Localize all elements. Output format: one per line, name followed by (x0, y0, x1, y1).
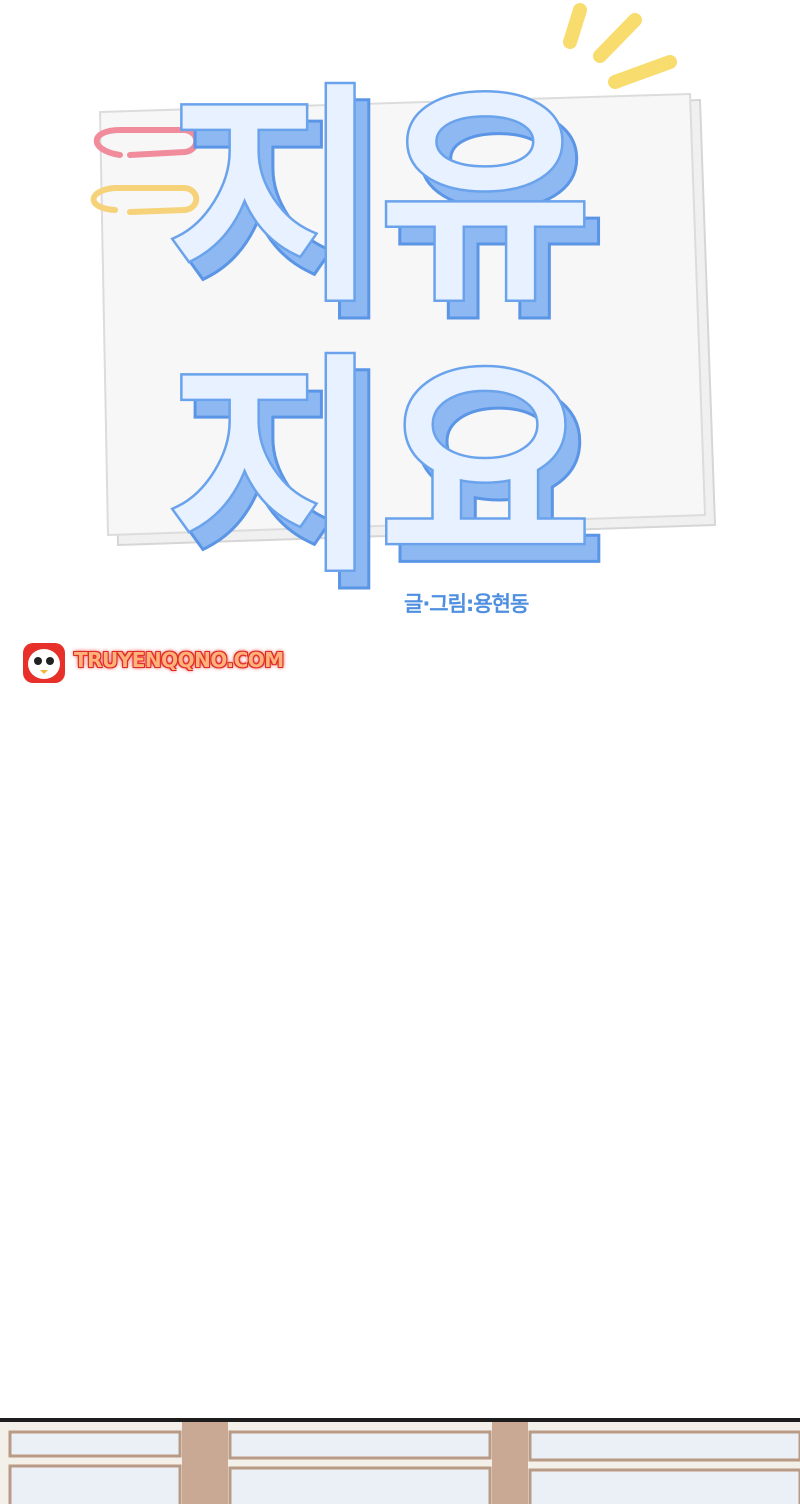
penguin-logo-icon (23, 643, 65, 683)
author-credit: 글·그림:용현동 (404, 592, 529, 616)
next-panel (0, 1418, 800, 1504)
window-frame-icon (0, 1422, 800, 1504)
title-artwork: 지유 지요 지유 지요 (90, 3, 717, 600)
comic-page: 지유 지요 지유 지요 글·그림:용현동 TRUYENQQNO.COM (0, 0, 800, 1504)
site-watermark: TRUYENQQNO.COM (20, 640, 300, 686)
svg-text:지유: 지유 (168, 66, 591, 333)
watermark-text: TRUYENQQNO.COM (74, 648, 284, 672)
svg-text:지요: 지요 (168, 336, 591, 600)
